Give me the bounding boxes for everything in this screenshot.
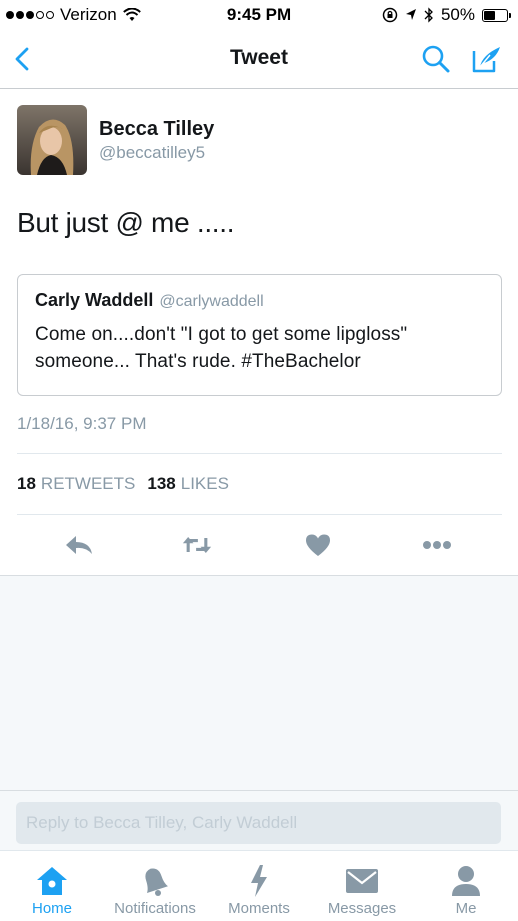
- tweet-timestamp: 1/18/16, 9:37 PM: [17, 414, 147, 433]
- divider: [17, 453, 502, 454]
- retweet-icon: [182, 537, 212, 553]
- tab-me[interactable]: Me: [414, 851, 518, 921]
- reply-icon: [66, 536, 92, 554]
- empty-timeline-area: [0, 576, 518, 790]
- compose-icon: [472, 47, 500, 73]
- divider: [17, 514, 502, 515]
- tab-home[interactable]: Home: [0, 851, 104, 921]
- like-button[interactable]: [303, 531, 333, 559]
- envelope-icon: [346, 869, 378, 893]
- author-name[interactable]: Becca Tilley: [99, 118, 214, 141]
- search-button[interactable]: [420, 43, 452, 75]
- avatar[interactable]: [17, 105, 87, 175]
- compose-button[interactable]: [470, 43, 504, 75]
- retweets-stat[interactable]: 18 RETWEETS: [17, 474, 135, 494]
- status-bar: Verizon 9:45 PM 50%: [0, 0, 518, 30]
- more-button[interactable]: [422, 531, 452, 559]
- reply-button[interactable]: [64, 531, 94, 559]
- tab-moments[interactable]: Moments: [207, 851, 311, 921]
- location-icon: [405, 9, 416, 20]
- retweet-button[interactable]: [182, 531, 212, 559]
- retweets-count: 18: [17, 474, 36, 493]
- quoted-tweet-card[interactable]: Carly Waddell @carlywaddell Come on....do…: [17, 274, 502, 396]
- tab-label: Moments: [228, 900, 290, 917]
- tab-label: Me: [455, 900, 477, 917]
- quoted-author: Carly Waddell @carlywaddell: [35, 290, 264, 311]
- home-icon: [37, 867, 67, 895]
- tweet-text: But just @ me .....: [17, 207, 235, 238]
- person-icon: [452, 866, 480, 896]
- tab-label: Notifications: [114, 900, 196, 917]
- tweet-stats: 18 RETWEETS 138 LIKES: [17, 474, 229, 494]
- author-handle[interactable]: @beccatilley5: [99, 143, 205, 163]
- bell-icon: [145, 868, 168, 896]
- more-icon: [423, 541, 451, 549]
- quoted-author-name: Carly Waddell: [35, 290, 154, 310]
- tab-label: Messages: [327, 900, 397, 917]
- likes-stat[interactable]: 138 LIKES: [147, 474, 229, 494]
- reply-input[interactable]: [16, 802, 501, 844]
- quoted-tweet-text: Come on....don't "I got to get some lipg…: [35, 324, 408, 372]
- battery-percent: 50%: [440, 5, 475, 24]
- retweets-label: RETWEETS: [40, 474, 136, 493]
- tab-bar: Home Notifications Moments Messages Me: [0, 850, 518, 921]
- tweet-actions: [0, 525, 518, 565]
- likes-count: 138: [147, 474, 176, 493]
- tab-notifications[interactable]: Notifications: [103, 851, 207, 921]
- reply-bar: [0, 790, 518, 850]
- status-indicators: 50%: [382, 5, 511, 25]
- rotation-lock-icon: [382, 7, 398, 23]
- tab-messages[interactable]: Messages: [310, 851, 414, 921]
- bluetooth-icon: [424, 7, 433, 23]
- battery-icon: [482, 8, 511, 22]
- quoted-author-handle: @carlywaddell: [159, 293, 264, 310]
- likes-label: LIKES: [180, 474, 229, 493]
- lightning-icon: [251, 865, 267, 897]
- search-icon: [422, 45, 450, 73]
- heart-icon: [306, 534, 330, 556]
- tab-label: Home: [31, 900, 72, 917]
- nav-bar: Tweet: [0, 30, 518, 89]
